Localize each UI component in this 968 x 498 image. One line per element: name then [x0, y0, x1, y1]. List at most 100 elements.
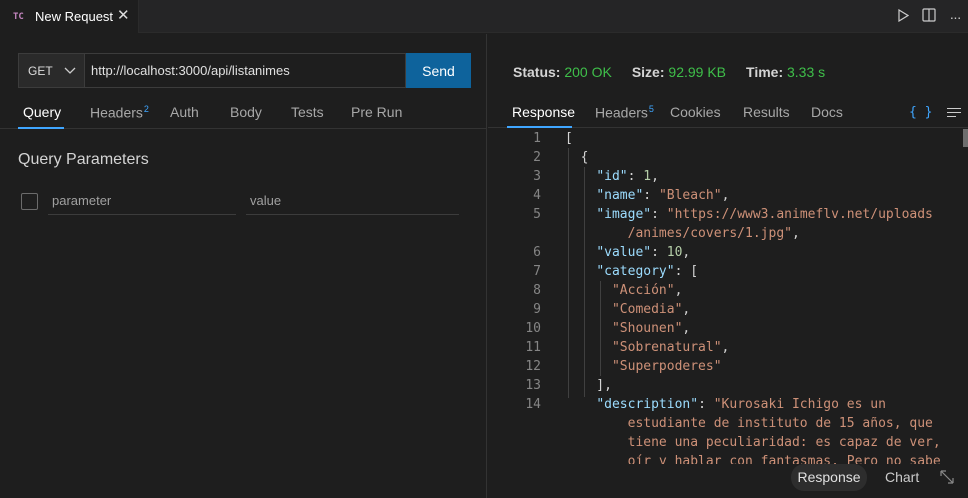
tab-auth[interactable]: Auth — [170, 104, 199, 120]
code-line: tiene una peculiaridad: es capaz de ver, — [488, 433, 968, 452]
method-select[interactable]: GET — [18, 53, 84, 88]
code-text: "value": 10, — [596, 245, 691, 260]
split-editor-icon[interactable] — [916, 8, 942, 25]
line-number: 8 — [533, 283, 541, 298]
line-number: 3 — [533, 169, 541, 184]
line-number: 2 — [533, 150, 541, 165]
line-number: 6 — [533, 245, 541, 260]
line-number: 10 — [525, 321, 541, 336]
code-line: 14 "description": "Kurosaki Ichigo es un — [488, 395, 968, 414]
code-line: 6 "value": 10, — [488, 243, 968, 262]
code-text: "Acción", — [611, 283, 683, 298]
response-view-button[interactable]: Response — [791, 464, 867, 491]
code-line: 12 "Superpoderes" — [488, 357, 968, 376]
code-text: { — [565, 150, 589, 165]
response-view-switcher: Response Chart — [488, 464, 968, 498]
code-text: "Superpoderes" — [611, 359, 722, 374]
status-label: Status: — [513, 64, 561, 80]
menu-icon[interactable] — [947, 108, 961, 120]
code-text: [ — [565, 131, 573, 146]
response-headers-count-badge: 5 — [648, 104, 654, 114]
request-panel: GET http://localhost:3000/api/listanimes… — [0, 34, 487, 498]
editor-actions: ··· — [890, 0, 968, 33]
code-text: "category": [ — [596, 264, 699, 279]
tab-tests[interactable]: Tests — [291, 104, 324, 120]
code-line: /animes/covers/1.jpg", — [488, 224, 968, 243]
tab-title: New Request — [35, 9, 114, 24]
code-line: 5 "image": "https://www3.animeflv.net/up… — [488, 205, 968, 224]
code-text: "description": "Kurosaki Ichigo es un — [596, 397, 886, 412]
response-status: Status: 200 OK Size: 92.99 KB Time: 3.33… — [513, 64, 845, 80]
url-input[interactable]: http://localhost:3000/api/listanimes — [84, 53, 406, 88]
send-button[interactable]: Send — [406, 53, 471, 88]
tab-label: Headers — [595, 104, 648, 121]
parameter-input[interactable]: parameter — [48, 187, 236, 215]
tab-body[interactable]: Body — [230, 104, 262, 120]
size-value: 92.99 KB — [668, 64, 727, 80]
code-line: 7 "category": [ — [488, 262, 968, 281]
code-text: /animes/covers/1.jpg", — [565, 226, 800, 241]
time-label: Time: — [746, 64, 784, 80]
code-line: 4 "name": "Bleach", — [488, 186, 968, 205]
code-text: "Comedia", — [611, 302, 691, 317]
braces-icon[interactable]: { } — [909, 105, 932, 120]
response-code-view[interactable]: 1[2 {3 "id": 1, 4 "name": "Bleach", 5 "ima… — [488, 129, 968, 464]
method-value: GET — [28, 63, 53, 78]
code-line: 13 ], — [488, 376, 968, 395]
more-actions-icon[interactable]: ··· — [942, 9, 968, 25]
close-icon[interactable]: ✕ — [117, 7, 130, 25]
tab-response-headers[interactable]: Headers5 — [595, 104, 654, 121]
line-number: 1 — [533, 131, 541, 146]
value-input[interactable]: value — [246, 187, 459, 215]
line-number: 7 — [533, 264, 541, 279]
status-stat: Status: 200 OK — [513, 64, 612, 80]
line-number: 9 — [533, 302, 541, 317]
run-icon[interactable] — [890, 8, 916, 25]
line-number: 13 — [525, 378, 541, 393]
tab-new-request[interactable]: TC New Request ✕ — [0, 0, 139, 33]
code-text: estudiante de instituto de 15 años, que — [565, 416, 933, 431]
code-line: estudiante de instituto de 15 años, que — [488, 414, 968, 433]
line-number: 12 — [525, 359, 541, 374]
code-line: 3 "id": 1, — [488, 167, 968, 186]
tab-query[interactable]: Query — [23, 104, 61, 120]
time-stat: Time: 3.33 s — [746, 64, 825, 80]
chevron-down-icon — [64, 64, 76, 79]
tab-label: Query — [23, 104, 62, 120]
tab-pre-run[interactable]: Pre Run — [351, 104, 402, 120]
code-text: oír y hablar con fantasmas. Pero no sabe — [565, 454, 941, 464]
code-line: 8 "Acción", — [488, 281, 968, 300]
tab-results[interactable]: Results — [743, 104, 790, 120]
url-bar: GET http://localhost:3000/api/listanimes… — [18, 53, 471, 88]
tab-headers[interactable]: Headers2 — [90, 104, 149, 121]
code-line: 9 "Comedia", — [488, 300, 968, 319]
headers-count-badge: 2 — [143, 104, 149, 114]
code-text: "image": "https://www3.animeflv.net/uplo… — [596, 207, 933, 222]
scrollbar-thumb[interactable] — [963, 129, 968, 147]
request-tabs: Query Headers2 Auth Body Tests Pre Run — [0, 102, 486, 129]
code-text: "id": 1, — [596, 169, 659, 184]
active-tab-indicator — [18, 127, 64, 129]
editor-tab-bar: TC New Request ✕ ··· — [0, 0, 968, 33]
tab-cookies[interactable]: Cookies — [670, 104, 721, 120]
response-tabs: Response Headers5 Cookies Results Docs {… — [488, 102, 968, 128]
tab-response[interactable]: Response — [512, 104, 575, 120]
line-number: 4 — [533, 188, 541, 203]
code-line: oír y hablar con fantasmas. Pero no sabe — [488, 452, 968, 464]
chart-view-button[interactable]: Chart — [885, 469, 919, 485]
code-line: 10 "Shounen", — [488, 319, 968, 338]
param-enable-checkbox[interactable] — [21, 193, 38, 210]
thunder-client-logo-icon: TC — [13, 11, 24, 22]
code-text: "Sobrenatural", — [611, 340, 730, 355]
size-stat: Size: 92.99 KB — [632, 64, 726, 80]
code-line: 1[ — [488, 129, 968, 148]
time-value: 3.33 s — [787, 64, 826, 80]
size-label: Size: — [631, 64, 665, 80]
expand-icon[interactable] — [939, 469, 955, 488]
query-parameters-title: Query Parameters — [18, 151, 149, 168]
line-number: 11 — [525, 340, 541, 355]
tab-docs[interactable]: Docs — [811, 104, 843, 120]
status-value: 200 OK — [564, 64, 612, 80]
code-text: ], — [565, 378, 612, 393]
active-tab-indicator — [507, 126, 572, 128]
